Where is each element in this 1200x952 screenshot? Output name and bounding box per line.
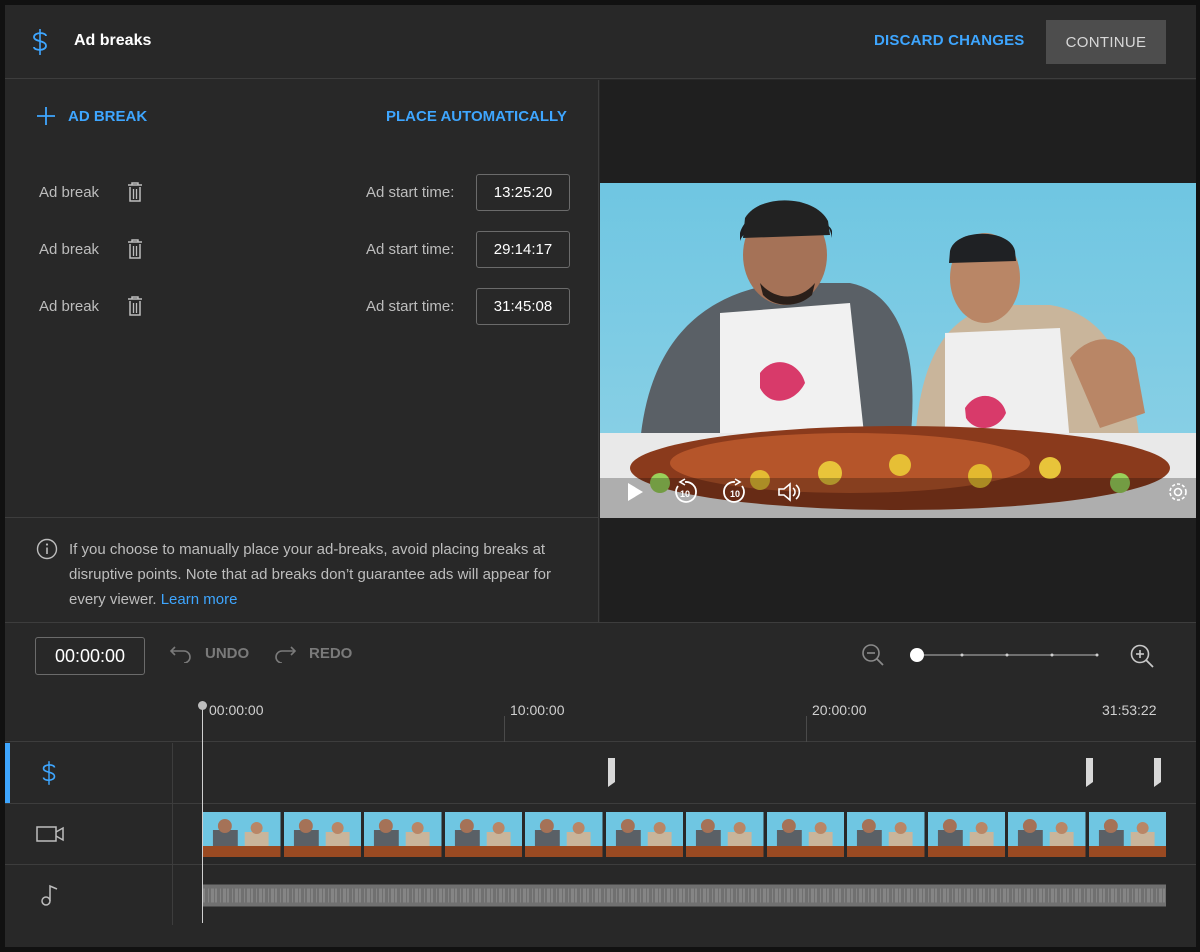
ad-break-row: Ad break Ad start time: (5, 231, 599, 269)
zoom-out-icon[interactable] (861, 643, 885, 667)
video-thumbnail (1088, 812, 1166, 857)
audio-track (5, 865, 1196, 926)
redo-icon (275, 646, 297, 663)
info-text-block: If you choose to manually place your ad-… (69, 537, 569, 612)
playhead-line[interactable] (202, 705, 203, 923)
forward-10-icon[interactable]: 10 (722, 478, 748, 506)
playhead-handle[interactable] (198, 701, 207, 710)
video-thumbnail (605, 812, 683, 857)
ruler-tick (806, 716, 807, 742)
volume-icon[interactable] (776, 478, 802, 506)
ad-breaks-track (5, 743, 1196, 804)
video-thumbnail (203, 812, 281, 857)
ruler-tick-label: 31:53:22 (1102, 702, 1157, 718)
ad-breaks-dialog: Ad breaks DISCARD CHANGES CONTINUE AD BR… (5, 5, 1196, 947)
svg-text:10: 10 (730, 489, 740, 499)
video-filmstrip[interactable] (203, 812, 1166, 857)
ruler-tick-label: 00:00:00 (209, 702, 264, 718)
undo-icon (169, 646, 191, 663)
timeline-editor: 00:00:00 UNDO REDO 00:00:00 10:00:00 20:… (5, 622, 1196, 947)
add-ad-break-label: AD BREAK (68, 107, 148, 125)
ad-break-name: Ad break (39, 184, 100, 201)
dialog-header: Ad breaks DISCARD CHANGES CONTINUE (5, 5, 1196, 79)
video-thumbnail (686, 812, 764, 857)
play-icon[interactable] (624, 478, 646, 506)
ad-start-time-label: Ad start time: (366, 298, 455, 315)
ad-break-row: Ad break Ad start time: (5, 288, 599, 326)
undo-button[interactable]: UNDO (169, 643, 249, 663)
audio-waveform[interactable] (203, 879, 1166, 912)
dialog-title: Ad breaks (74, 32, 152, 49)
discard-changes-button[interactable]: DISCARD CHANGES (874, 32, 1025, 49)
add-ad-break-button[interactable]: AD BREAK (36, 105, 147, 127)
ad-break-marker[interactable] (1086, 758, 1093, 787)
learn-more-link[interactable]: Learn more (161, 591, 238, 608)
track-label[interactable] (5, 804, 173, 864)
video-thumbnail (283, 812, 361, 857)
ruler-tick-label: 10:00:00 (510, 702, 565, 718)
ad-start-time-label: Ad start time: (366, 241, 455, 258)
svg-text:10: 10 (680, 489, 690, 499)
redo-button[interactable]: REDO (273, 643, 352, 663)
trash-icon[interactable] (125, 295, 145, 317)
info-icon (36, 538, 58, 560)
ad-break-name: Ad break (39, 241, 100, 258)
video-track (5, 804, 1196, 865)
info-notice: If you choose to manually place your ad-… (5, 517, 599, 622)
info-text: If you choose to manually place your ad-… (69, 541, 551, 608)
track-label[interactable] (5, 865, 173, 925)
ad-break-marker[interactable] (1154, 758, 1161, 787)
video-thumbnail (364, 812, 442, 857)
ruler-tick (504, 716, 505, 742)
ad-start-time-label: Ad start time: (366, 184, 455, 201)
redo-label: REDO (309, 644, 353, 662)
undo-label: UNDO (205, 644, 250, 662)
settings-gear-icon[interactable] (1166, 478, 1190, 506)
ad-break-name: Ad break (39, 298, 100, 315)
time-ruler[interactable]: 00:00:00 10:00:00 20:00:00 31:53:22 (5, 688, 1196, 742)
ad-start-time-input[interactable] (476, 288, 570, 325)
ad-start-time-input[interactable] (476, 231, 570, 268)
video-thumbnail (525, 812, 603, 857)
rewind-10-icon[interactable]: 10 (672, 478, 698, 506)
dollar-icon (33, 29, 47, 55)
dollar-icon (42, 761, 56, 785)
place-automatically-button[interactable]: PLACE AUTOMATICALLY (386, 108, 567, 125)
zoom-slider[interactable] (910, 647, 1100, 663)
zoom-slider-thumb[interactable] (910, 648, 924, 662)
timecode-display[interactable]: 00:00:00 (35, 637, 145, 675)
track-label[interactable] (5, 743, 173, 803)
continue-button[interactable]: CONTINUE (1046, 20, 1166, 64)
video-preview-frame[interactable] (600, 183, 1196, 518)
ad-start-time-input[interactable] (476, 174, 570, 211)
plus-icon (37, 107, 55, 125)
video-thumbnail (444, 812, 522, 857)
video-thumbnail (766, 812, 844, 857)
trash-icon[interactable] (125, 238, 145, 260)
video-thumbnail (927, 812, 1005, 857)
video-icon (36, 826, 64, 842)
ruler-tick-label: 20:00:00 (812, 702, 867, 718)
video-preview-panel: 10 10 (600, 80, 1196, 622)
zoom-in-icon[interactable] (1129, 643, 1155, 669)
trash-icon[interactable] (125, 181, 145, 203)
video-thumbnail (1008, 812, 1086, 857)
ad-break-marker[interactable] (608, 758, 615, 787)
ad-break-row: Ad break Ad start time: (5, 174, 599, 212)
music-note-icon (41, 884, 58, 906)
video-thumbnail (847, 812, 925, 857)
ad-break-list-panel: AD BREAK PLACE AUTOMATICALLY Ad break Ad… (5, 80, 599, 622)
